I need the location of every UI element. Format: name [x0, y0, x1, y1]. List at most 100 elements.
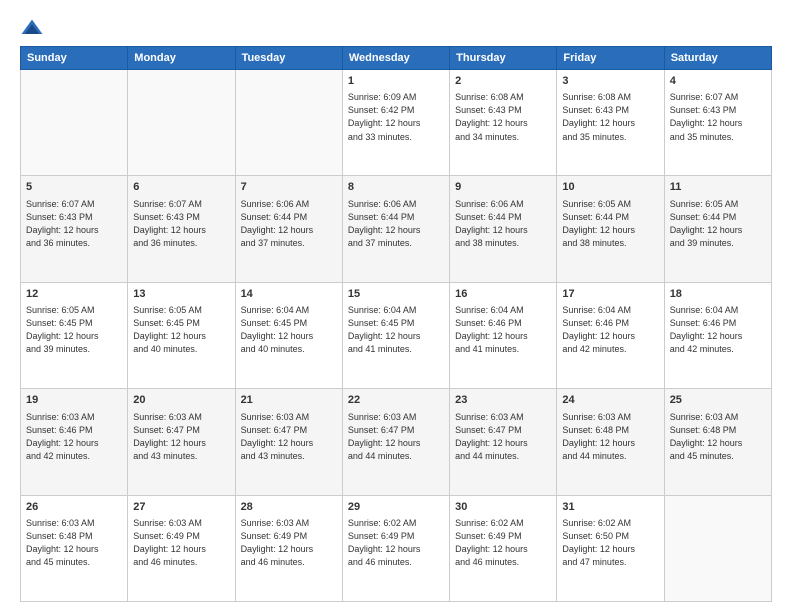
day-number: 24	[562, 393, 658, 408]
day-info: Sunrise: 6:09 AMSunset: 6:42 PMDaylight:…	[348, 91, 444, 143]
day-info: Sunrise: 6:03 AMSunset: 6:46 PMDaylight:…	[26, 411, 122, 463]
day-info: Sunrise: 6:06 AMSunset: 6:44 PMDaylight:…	[348, 198, 444, 250]
weekday-header-thursday: Thursday	[450, 47, 557, 70]
day-info: Sunrise: 6:07 AMSunset: 6:43 PMDaylight:…	[133, 198, 229, 250]
weekday-header-monday: Monday	[128, 47, 235, 70]
calendar-cell: 8 Sunrise: 6:06 AMSunset: 6:44 PMDaylight…	[342, 176, 449, 282]
calendar-body: 1 Sunrise: 6:09 AMSunset: 6:42 PMDaylight…	[21, 70, 772, 602]
day-number: 15	[348, 287, 444, 302]
calendar-week-3: 12Sunrise: 6:05 AMSunset: 6:45 PMDayligh…	[21, 282, 772, 388]
calendar-header: SundayMondayTuesdayWednesdayThursdayFrid…	[21, 47, 772, 70]
day-info: Sunrise: 6:03 AMSunset: 6:49 PMDaylight:…	[241, 517, 337, 569]
day-number: 19	[26, 393, 122, 408]
day-number: 9	[455, 180, 551, 195]
weekday-header-row: SundayMondayTuesdayWednesdayThursdayFrid…	[21, 47, 772, 70]
day-number: 31	[562, 500, 658, 515]
calendar-cell: 13 Sunrise: 6:05 AMSunset: 6:45 PMDayligh…	[128, 282, 235, 388]
weekday-header-wednesday: Wednesday	[342, 47, 449, 70]
day-number: 28	[241, 500, 337, 515]
calendar-cell: 22Sunrise: 6:03 AMSunset: 6:47 PMDayligh…	[342, 389, 449, 495]
calendar-cell: 3 Sunrise: 6:08 AMSunset: 6:43 PMDaylight…	[557, 70, 664, 176]
day-number: 30	[455, 500, 551, 515]
day-info: Sunrise: 6:05 AMSunset: 6:45 PMDaylight:…	[26, 304, 122, 356]
logo-area	[20, 18, 52, 38]
calendar-week-5: 26 Sunrise: 6:03 AMSunset: 6:48 PMDayligh…	[21, 495, 772, 601]
day-info: Sunrise: 6:03 AMSunset: 6:47 PMDaylight:…	[348, 411, 444, 463]
day-number: 3	[562, 74, 658, 89]
day-number: 29	[348, 500, 444, 515]
day-number: 21	[241, 393, 337, 408]
calendar-week-1: 1 Sunrise: 6:09 AMSunset: 6:42 PMDaylight…	[21, 70, 772, 176]
weekday-header-saturday: Saturday	[664, 47, 771, 70]
calendar-cell: 7Sunrise: 6:06 AMSunset: 6:44 PMDaylight…	[235, 176, 342, 282]
day-info: Sunrise: 6:07 AMSunset: 6:43 PMDaylight:…	[26, 198, 122, 250]
day-number: 2	[455, 74, 551, 89]
day-info: Sunrise: 6:05 AMSunset: 6:45 PMDaylight:…	[133, 304, 229, 356]
day-info: Sunrise: 6:02 AMSunset: 6:49 PMDaylight:…	[455, 517, 551, 569]
day-number: 25	[670, 393, 766, 408]
calendar-cell	[235, 70, 342, 176]
day-info: Sunrise: 6:04 AMSunset: 6:46 PMDaylight:…	[670, 304, 766, 356]
logo	[20, 18, 52, 38]
day-info: Sunrise: 6:08 AMSunset: 6:43 PMDaylight:…	[562, 91, 658, 143]
calendar-cell: 1 Sunrise: 6:09 AMSunset: 6:42 PMDaylight…	[342, 70, 449, 176]
day-info: Sunrise: 6:04 AMSunset: 6:45 PMDaylight:…	[348, 304, 444, 356]
calendar-cell: 11 Sunrise: 6:05 AMSunset: 6:44 PMDayligh…	[664, 176, 771, 282]
day-info: Sunrise: 6:03 AMSunset: 6:47 PMDaylight:…	[241, 411, 337, 463]
calendar-cell: 17 Sunrise: 6:04 AMSunset: 6:46 PMDayligh…	[557, 282, 664, 388]
calendar-cell: 9 Sunrise: 6:06 AMSunset: 6:44 PMDaylight…	[450, 176, 557, 282]
day-info: Sunrise: 6:05 AMSunset: 6:44 PMDaylight:…	[670, 198, 766, 250]
calendar-cell: 30 Sunrise: 6:02 AMSunset: 6:49 PMDayligh…	[450, 495, 557, 601]
weekday-header-tuesday: Tuesday	[235, 47, 342, 70]
day-info: Sunrise: 6:07 AMSunset: 6:43 PMDaylight:…	[670, 91, 766, 143]
calendar-cell	[664, 495, 771, 601]
day-info: Sunrise: 6:04 AMSunset: 6:46 PMDaylight:…	[455, 304, 551, 356]
day-number: 27	[133, 500, 229, 515]
calendar-cell: 19 Sunrise: 6:03 AMSunset: 6:46 PMDayligh…	[21, 389, 128, 495]
calendar-cell: 25 Sunrise: 6:03 AMSunset: 6:48 PMDayligh…	[664, 389, 771, 495]
day-info: Sunrise: 6:03 AMSunset: 6:48 PMDaylight:…	[562, 411, 658, 463]
day-number: 1	[348, 74, 444, 89]
day-number: 17	[562, 287, 658, 302]
day-info: Sunrise: 6:02 AMSunset: 6:49 PMDaylight:…	[348, 517, 444, 569]
calendar-cell: 12Sunrise: 6:05 AMSunset: 6:45 PMDayligh…	[21, 282, 128, 388]
day-number: 8	[348, 180, 444, 195]
calendar-cell: 18 Sunrise: 6:04 AMSunset: 6:46 PMDayligh…	[664, 282, 771, 388]
day-info: Sunrise: 6:02 AMSunset: 6:50 PMDaylight:…	[562, 517, 658, 569]
day-number: 26	[26, 500, 122, 515]
day-number: 18	[670, 287, 766, 302]
day-info: Sunrise: 6:06 AMSunset: 6:44 PMDaylight:…	[455, 198, 551, 250]
calendar-cell: 10Sunrise: 6:05 AMSunset: 6:44 PMDayligh…	[557, 176, 664, 282]
calendar-cell: 15 Sunrise: 6:04 AMSunset: 6:45 PMDayligh…	[342, 282, 449, 388]
weekday-header-sunday: Sunday	[21, 47, 128, 70]
calendar-table: SundayMondayTuesdayWednesdayThursdayFrid…	[20, 46, 772, 602]
day-info: Sunrise: 6:03 AMSunset: 6:47 PMDaylight:…	[455, 411, 551, 463]
calendar-cell: 29 Sunrise: 6:02 AMSunset: 6:49 PMDayligh…	[342, 495, 449, 601]
calendar-week-4: 19 Sunrise: 6:03 AMSunset: 6:46 PMDayligh…	[21, 389, 772, 495]
calendar-cell: 23Sunrise: 6:03 AMSunset: 6:47 PMDayligh…	[450, 389, 557, 495]
day-number: 16	[455, 287, 551, 302]
day-number: 13	[133, 287, 229, 302]
day-number: 10	[562, 180, 658, 195]
day-info: Sunrise: 6:03 AMSunset: 6:47 PMDaylight:…	[133, 411, 229, 463]
day-number: 11	[670, 180, 766, 195]
calendar-cell: 16 Sunrise: 6:04 AMSunset: 6:46 PMDayligh…	[450, 282, 557, 388]
day-info: Sunrise: 6:03 AMSunset: 6:48 PMDaylight:…	[26, 517, 122, 569]
logo-icon	[20, 18, 44, 38]
calendar-cell: 14Sunrise: 6:04 AMSunset: 6:45 PMDayligh…	[235, 282, 342, 388]
calendar-cell: 5 Sunrise: 6:07 AMSunset: 6:43 PMDaylight…	[21, 176, 128, 282]
calendar-cell: 26 Sunrise: 6:03 AMSunset: 6:48 PMDayligh…	[21, 495, 128, 601]
calendar-cell	[21, 70, 128, 176]
calendar-cell: 31 Sunrise: 6:02 AMSunset: 6:50 PMDayligh…	[557, 495, 664, 601]
calendar-cell: 4 Sunrise: 6:07 AMSunset: 6:43 PMDaylight…	[664, 70, 771, 176]
header	[20, 18, 772, 38]
day-info: Sunrise: 6:03 AMSunset: 6:48 PMDaylight:…	[670, 411, 766, 463]
weekday-header-friday: Friday	[557, 47, 664, 70]
day-number: 6	[133, 180, 229, 195]
day-info: Sunrise: 6:04 AMSunset: 6:46 PMDaylight:…	[562, 304, 658, 356]
day-number: 4	[670, 74, 766, 89]
day-number: 5	[26, 180, 122, 195]
day-number: 14	[241, 287, 337, 302]
day-info: Sunrise: 6:03 AMSunset: 6:49 PMDaylight:…	[133, 517, 229, 569]
calendar-cell	[128, 70, 235, 176]
